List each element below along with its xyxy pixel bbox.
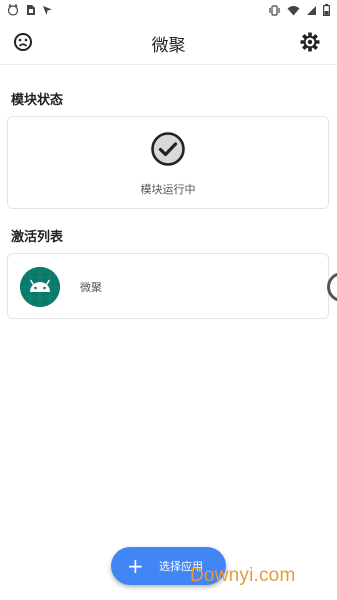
app-bar: 微聚 xyxy=(0,20,337,65)
android-icon xyxy=(20,267,60,307)
gear-icon[interactable] xyxy=(299,31,321,53)
signal-icon xyxy=(306,5,317,16)
list-item[interactable]: 微聚 xyxy=(7,253,329,319)
battery-icon xyxy=(323,4,330,16)
navigation-arrow-icon xyxy=(42,5,53,16)
activation-list-title: 激活列表 xyxy=(11,230,64,245)
sim-card-icon xyxy=(25,4,36,16)
wifi-icon xyxy=(287,5,300,16)
watermark: Downyi.com xyxy=(190,565,296,586)
list-item-label: 微聚 xyxy=(80,281,102,294)
module-status-card: 模块运行中 xyxy=(7,116,329,209)
check-circle-icon xyxy=(150,131,186,171)
module-status-text: 模块运行中 xyxy=(140,183,196,196)
cat-face-icon xyxy=(7,4,19,16)
page-title: 微聚 xyxy=(151,36,186,56)
vibrate-icon xyxy=(268,4,281,16)
status-left xyxy=(7,4,53,16)
status-bar xyxy=(0,0,337,20)
plus-icon: + xyxy=(127,554,144,578)
status-right xyxy=(268,4,330,16)
module-status-title: 模块状态 xyxy=(11,93,64,108)
